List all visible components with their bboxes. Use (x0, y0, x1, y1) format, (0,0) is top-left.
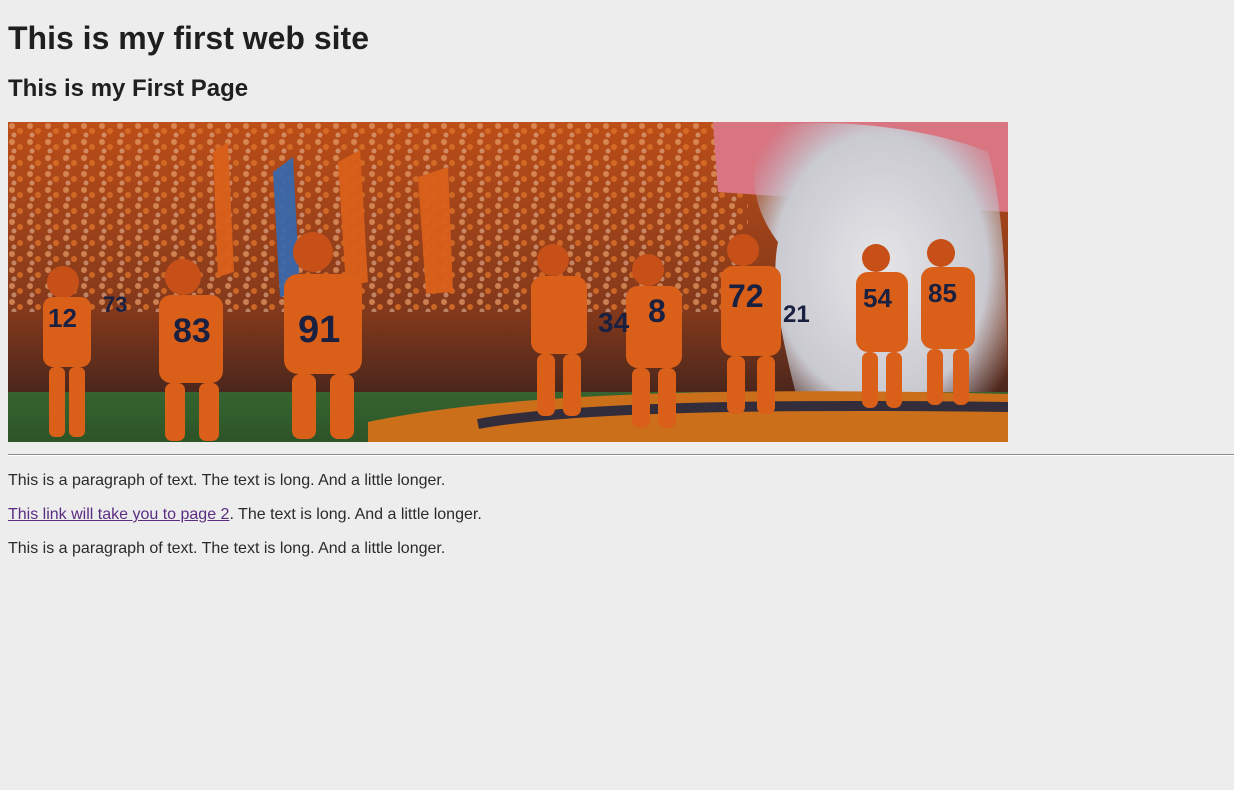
page-heading: This is my First Page (8, 75, 249, 102)
paragraph-3: This is a paragraph of text. The text is… (8, 540, 446, 557)
horizontal-divider (8, 454, 1234, 456)
page-2-link[interactable]: This link will take you to page 2 (8, 506, 229, 523)
page-content: This is my first web site This is my Fir… (0, 0, 1234, 558)
hero-image: 12 83 91 34 8 72 21 54 85 73 (8, 122, 1008, 442)
site-title: This is my first web site (8, 20, 369, 56)
paragraph-2-text: . The text is long. And a little longer. (229, 506, 482, 523)
paragraph-2: This link will take you to page 2. The t… (8, 506, 1226, 524)
paragraph-1: This is a paragraph of text. The text is… (8, 472, 446, 489)
